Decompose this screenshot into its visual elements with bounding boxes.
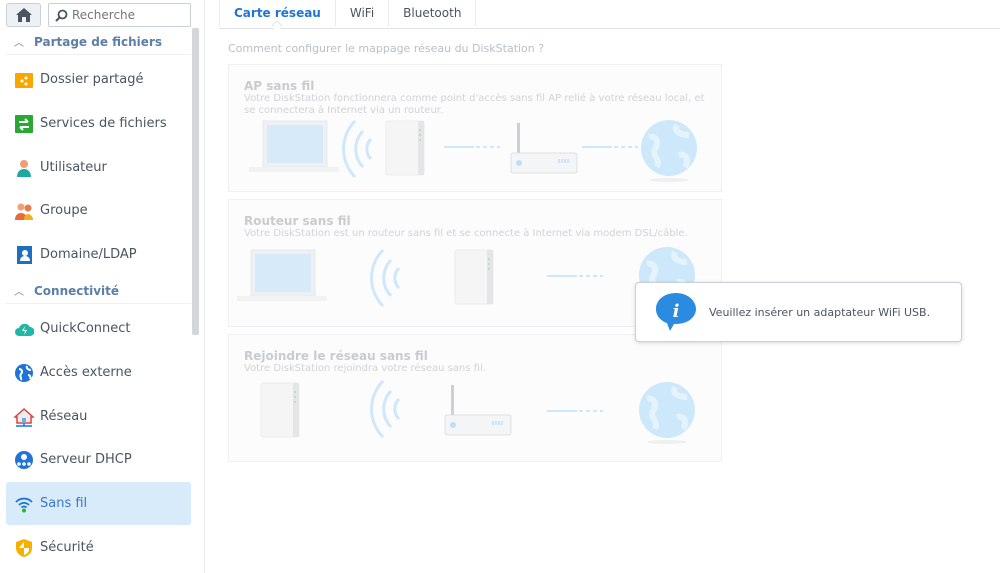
group-icon [14,201,34,221]
section-label: Connectivité [34,283,120,298]
card-description: Votre DiskStation rejoindra votre réseau… [244,363,486,374]
laptop-illustration [237,249,327,301]
card-title: Rejoindre le réseau sans fil [244,349,428,363]
diskstation-illustration [454,249,494,305]
connection-line [444,146,500,148]
section-connectivity[interactable]: ︿ Connectivité [6,278,191,304]
sidebar-item-label: Sécurité [40,540,94,555]
user-icon [14,158,34,178]
sidebar-item-domaine-ldap[interactable]: Domaine/LDAP [6,233,191,276]
sidebar-item-services-de-fichiers[interactable]: Services de fichiers [6,102,191,145]
sidebar-item-label: QuickConnect [40,321,131,336]
chevron-up-icon: ︿ [14,38,24,49]
sidebar-item-label: Réseau [40,409,88,424]
mode-card[interactable]: AP sans fil Votre DiskStation fonctionner… [228,64,722,192]
wireless-signal-illustration [370,248,401,308]
diskstation-illustration [385,120,425,176]
sidebar-item-label: Domaine/LDAP [40,247,137,262]
internet-globe-illustration [641,120,697,182]
sidebar-item-sans-fil[interactable]: Sans fil [6,482,191,525]
card-title: Routeur sans fil [244,214,351,228]
tab-carte-reseau[interactable]: Carte réseau [219,0,335,26]
tab-wifi[interactable]: WiFi [334,0,388,26]
connection-line [582,146,638,148]
sidebar-item-groupe[interactable]: Groupe [6,189,191,232]
home-button[interactable] [6,3,41,27]
sidebar-item-dossier-partage[interactable]: Dossier partagé [6,58,191,101]
wifi-icon [14,494,34,514]
section-label: Partage de fichiers [34,34,162,49]
sidebar-item-securite[interactable]: Sécurité [6,526,191,569]
sidebar-item-quickconnect[interactable]: QuickConnect [6,307,191,350]
sidebar-item-reseau[interactable]: Réseau [6,395,191,438]
sidebar-item-label: Dossier partagé [40,72,144,87]
wireless-signal-illustration [370,379,401,439]
network-house-icon [14,407,34,427]
tooltip-message: Veuillez insérer un adaptateur WiFi USB. [709,305,931,319]
sidebar-item-label: Sans fil [40,496,88,511]
sidebar-item-label: Services de fichiers [40,116,167,131]
sidebar-item-serveur-dhcp[interactable]: Serveur DHCP [6,438,191,481]
sidebar-item-label: Utilisateur [40,160,107,175]
home-icon [15,8,32,22]
tab-bluetooth[interactable]: Bluetooth [388,0,477,26]
tab-bar: Carte réseau WiFi Bluetooth [219,0,1000,29]
dhcp-icon [14,450,34,470]
sidebar-scrollbar[interactable] [192,28,199,335]
router-illustration [444,385,512,436]
connection-line [547,410,603,412]
search-box[interactable] [48,3,191,27]
shield-icon [14,538,34,558]
file-services-icon [14,114,34,134]
wireless-signal-illustration [342,119,373,179]
info-tooltip: i Veuillez insérer un adaptateur WiFi US… [635,282,962,342]
quickconnect-icon [14,319,34,339]
main-panel: Carte réseau WiFi Bluetooth Comment conf… [206,0,1000,573]
sidebar-item-acces-externe[interactable]: Accès externe [6,351,191,394]
router-illustration [510,123,578,174]
svg-text:i: i [673,301,680,322]
internet-globe-illustration [639,382,695,444]
card-description: Votre DiskStation fonctionnera comme poi… [244,93,705,116]
sidebar-item-label: Accès externe [40,365,132,380]
sidebar-item-label: Serveur DHCP [40,452,132,467]
shared-folder-icon [14,70,34,90]
sidebar-item-utilisateur[interactable]: Utilisateur [6,146,191,189]
connection-line [547,275,603,277]
question-text: Comment configurer le mappage réseau du … [228,42,545,55]
card-title: AP sans fil [244,79,315,93]
section-file-sharing[interactable]: ︿ Partage de fichiers [6,29,191,55]
sidebar: ︿ Partage de fichiers ︿ Connectivité Dossi… [0,0,205,573]
sidebar-item-label: Groupe [40,203,88,218]
card-description: Votre DiskStation est un routeur sans fi… [244,228,688,239]
domain-ldap-icon [14,245,34,265]
chevron-up-icon: ︿ [14,287,24,298]
globe-icon [14,363,34,383]
info-icon: i [656,293,696,331]
mode-card[interactable]: Rejoindre le réseau sans fil Votre DiskSt… [228,334,722,462]
diskstation-illustration [260,382,300,438]
search-input[interactable] [72,8,182,22]
search-icon [55,9,68,22]
laptop-illustration [249,120,339,172]
